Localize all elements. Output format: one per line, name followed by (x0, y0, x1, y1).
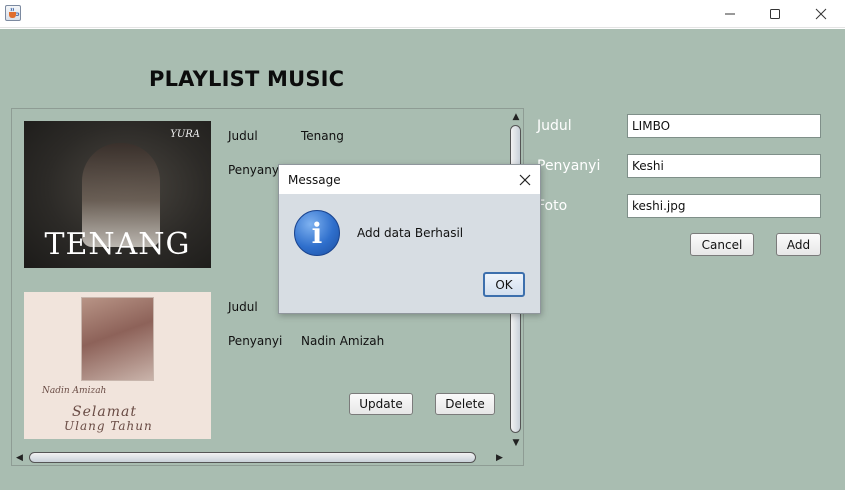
form-foto-label: Foto (537, 198, 568, 214)
update-button[interactable]: Update (349, 393, 413, 415)
dialog-titlebar: Message (279, 165, 540, 194)
page-title: PLAYLIST MUSIC (149, 67, 345, 91)
album-cover-selamat-ulang-tahun: Nadin Amizah Selamat Ulang Tahun (24, 292, 211, 439)
foto-input[interactable]: keshi.jpg (627, 194, 821, 218)
java-cup-icon (5, 5, 21, 21)
dialog-message: Add data Berhasil (357, 226, 464, 240)
penyanyi-input[interactable]: Keshi (627, 154, 821, 178)
cover-title-text: TENANG (44, 227, 191, 262)
close-window-button[interactable] (798, 0, 844, 28)
penyanyi-label: Penyanyi (228, 163, 283, 177)
penyanyi-value: Nadin Amizah (301, 334, 385, 348)
form-penyanyi-label: Penyanyi (537, 158, 601, 174)
maximize-icon (770, 9, 780, 19)
form-judul-label: Judul (537, 118, 572, 134)
maximize-button[interactable] (752, 0, 798, 28)
cancel-button[interactable]: Cancel (690, 233, 754, 256)
dialog-close-button[interactable] (510, 165, 540, 194)
delete-button[interactable]: Delete (435, 393, 495, 415)
cover-brand-text: YURA (170, 129, 200, 140)
cover-script-artist: Nadin Amizah (42, 386, 107, 396)
cover-script-subtitle: Ulang Tahun (64, 419, 153, 433)
close-icon (519, 174, 531, 185)
scroll-left-icon[interactable]: ◀ (12, 450, 27, 465)
add-button[interactable]: Add (776, 233, 821, 256)
scroll-up-icon[interactable]: ▲ (508, 109, 523, 124)
info-icon: i (294, 210, 340, 256)
window-titlebar (0, 0, 845, 28)
scroll-down-icon[interactable]: ▼ (508, 435, 523, 450)
horizontal-scroll-thumb[interactable] (29, 452, 476, 463)
ok-button[interactable]: OK (483, 272, 525, 297)
judul-label: Judul (228, 300, 258, 314)
minimize-button[interactable] (707, 0, 753, 28)
scroll-right-icon[interactable]: ▶ (492, 450, 507, 465)
message-dialog: Message i Add data Berhasil OK (278, 164, 541, 314)
penyanyi-label: Penyanyi (228, 334, 283, 348)
cover-script-title: Selamat (72, 404, 137, 420)
judul-value: Tenang (301, 129, 344, 143)
horizontal-scrollbar[interactable]: ◀ ▶ (12, 450, 523, 465)
minimize-icon (725, 13, 735, 15)
judul-label: Judul (228, 129, 258, 143)
dialog-title: Message (288, 173, 341, 187)
judul-input[interactable]: LIMBO (627, 114, 821, 138)
cover-photo (81, 297, 154, 381)
close-icon (815, 8, 827, 20)
album-cover-tenang: YURA TENANG (24, 121, 211, 268)
